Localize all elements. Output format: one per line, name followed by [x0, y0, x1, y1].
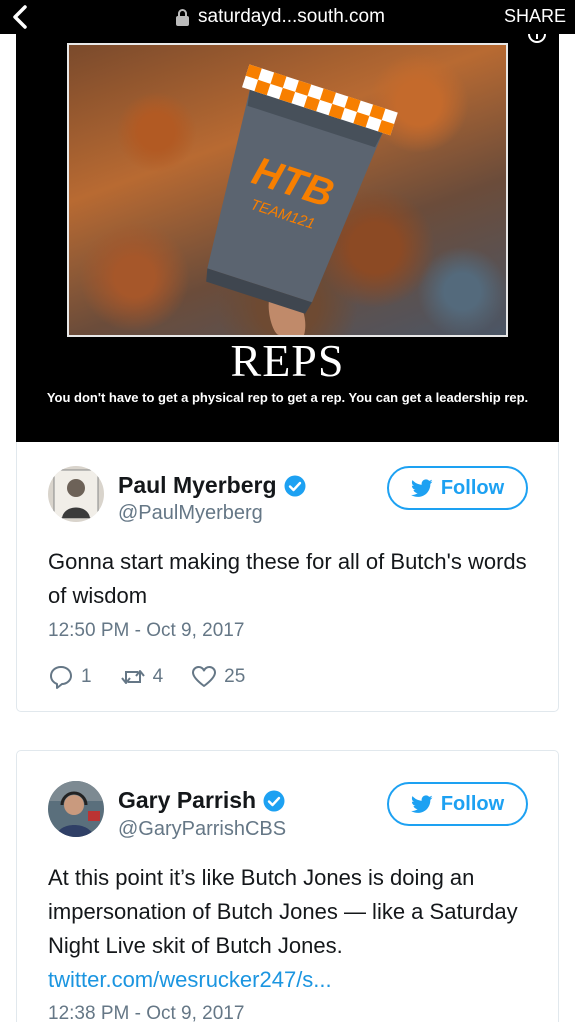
- follow-label: Follow: [440, 476, 505, 499]
- retweet-count: 4: [152, 666, 164, 687]
- author-name[interactable]: Paul Myerberg: [118, 472, 277, 499]
- follow-button[interactable]: Follow: [387, 466, 528, 510]
- address-bar[interactable]: saturdayd...south.com: [175, 6, 385, 28]
- lock-icon: [176, 9, 189, 26]
- browser-top-bar: saturdayd...south.com SHARE: [0, 0, 575, 34]
- back-arrow-icon[interactable]: [6, 2, 36, 32]
- like-count: 25: [224, 666, 246, 687]
- reps-poster-image: HTB TEAM121 REPS You don't have to get a…: [16, 34, 559, 442]
- twitter-bird-icon: [410, 794, 433, 813]
- follow-button[interactable]: Follow: [387, 782, 528, 826]
- retweet-icon: [120, 670, 145, 684]
- like-action[interactable]: 25: [191, 664, 245, 690]
- verified-badge-icon: [263, 790, 285, 811]
- avatar[interactable]: [48, 781, 104, 837]
- author-name[interactable]: Gary Parrish: [118, 787, 256, 814]
- author-handle[interactable]: @GaryParrishCBS: [118, 818, 286, 841]
- url-text: saturdayd...south.com: [198, 6, 385, 27]
- author-handle[interactable]: @PaulMyerberg: [118, 502, 263, 525]
- tweet-actions: 1 4 25: [48, 662, 273, 692]
- reply-count: 1: [81, 666, 92, 687]
- share-button[interactable]: SHARE: [504, 6, 566, 27]
- tweet-card[interactable]: Paul Myerberg @PaulMyerberg Follow Gonna…: [16, 442, 559, 712]
- author-row: Gary Parrish: [118, 787, 285, 814]
- tweet-body: At this point it’s like Butch Jones is d…: [48, 865, 518, 958]
- verified-badge-icon: [284, 475, 305, 496]
- reply-icon: [50, 666, 72, 689]
- twitter-bird-icon: [410, 478, 433, 497]
- author-row: Paul Myerberg: [118, 472, 306, 499]
- heart-icon: [192, 666, 217, 687]
- tweet-text: Gonna start making these for all of Butc…: [48, 549, 527, 608]
- info-icon[interactable]: [527, 34, 547, 44]
- tweet-link[interactable]: twitter.com/wesrucker247/s...: [48, 963, 538, 997]
- follow-label: Follow: [440, 792, 505, 815]
- poster-title: REPS: [230, 335, 345, 386]
- trash-can-photo: HTB TEAM121: [67, 43, 508, 337]
- tweet-text: At this point it’s like Butch Jones is d…: [48, 861, 538, 997]
- tweet-timestamp[interactable]: 12:50 PM - Oct 9, 2017: [48, 620, 244, 642]
- tweet-card[interactable]: Gary Parrish @GaryParrishCBS Follow At t…: [16, 750, 559, 1022]
- reply-action[interactable]: 1: [48, 664, 92, 690]
- avatar[interactable]: [48, 466, 104, 522]
- tweet-timestamp[interactable]: 12:38 PM - Oct 9, 2017: [48, 1003, 244, 1022]
- retweet-action[interactable]: 4: [120, 664, 164, 690]
- poster-caption: You don't have to get a physical rep to …: [46, 390, 529, 405]
